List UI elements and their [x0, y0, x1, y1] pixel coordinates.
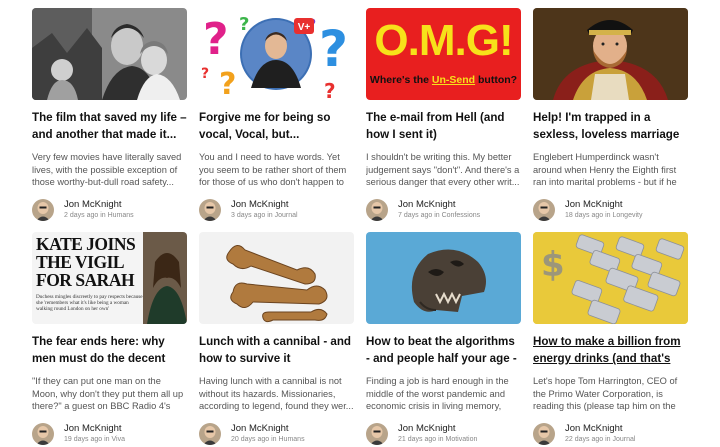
avatar[interactable]	[533, 199, 555, 221]
story-meta: 21 days ago in Motivation	[398, 436, 478, 443]
story-card[interactable]: ? ? ? ? ? ? ? V+ Forgive me for being so…	[199, 8, 354, 223]
story-title[interactable]: Forgive me for being so vocal, Vocal, bu…	[199, 109, 354, 143]
avatar[interactable]	[32, 423, 54, 445]
story-excerpt: Englebert Humperdinck wasn't around when…	[533, 152, 677, 187]
author-row: Jon McKnight 18 days ago in Longevity	[533, 197, 688, 223]
story-excerpt: "If they can put one man on the Moon, wh…	[32, 376, 184, 411]
story-title[interactable]: The film that saved my life – and anothe…	[32, 109, 187, 143]
category-link[interactable]: Longevity	[613, 212, 643, 219]
category-link[interactable]: Confessions	[442, 212, 481, 219]
author-name[interactable]: Jon McKnight	[231, 199, 298, 211]
story-excerpt: I shouldn't be writing this. My better j…	[366, 152, 520, 187]
story-excerpt: You and I need to have words. Yet you se…	[199, 152, 347, 187]
story-card[interactable]: O.M.G! Where's the Un-Send button? The e…	[366, 8, 521, 223]
author-name[interactable]: Jon McKnight	[398, 423, 477, 435]
story-meta: 7 days ago in Confessions	[398, 212, 481, 219]
svg-text:?: ?	[324, 79, 336, 100]
category-link[interactable]: Journal	[275, 212, 298, 219]
author-row: Jon McKnight 7 days ago in Confessions	[366, 197, 521, 223]
story-meta: 20 days ago in Humans	[231, 436, 305, 443]
story-excerpt: Finding a job is hard enough in the midd…	[366, 376, 509, 411]
story-excerpt: Very few movies have literally saved liv…	[32, 152, 182, 187]
story-thumbnail[interactable]	[199, 232, 354, 324]
newspaper-headline: KATE JOINS THE VIGIL FOR SARAH	[36, 234, 136, 290]
author-row: Jon McKnight 22 days ago in Journal	[533, 421, 688, 447]
author-row: Jon McKnight 19 days ago in Viva	[32, 421, 187, 447]
story-title[interactable]: The fear ends here: why men must do the …	[32, 333, 187, 367]
story-meta: 3 days ago in Journal	[231, 212, 298, 219]
story-card[interactable]: Lunch with a cannibal - and how to survi…	[199, 232, 354, 447]
story-thumbnail[interactable]	[533, 8, 688, 100]
story-card[interactable]: Help! I'm trapped in a sexless, loveless…	[533, 8, 688, 223]
author-name[interactable]: Jon McKnight	[398, 199, 480, 211]
story-title[interactable]: Help! I'm trapped in a sexless, loveless…	[533, 109, 688, 143]
avatar[interactable]	[366, 423, 388, 445]
story-excerpt: Let's hope Tom Harrington, CEO of the Pr…	[533, 376, 678, 411]
story-meta: 22 days ago in Journal	[565, 436, 636, 443]
author-name[interactable]: Jon McKnight	[64, 199, 134, 211]
avatar[interactable]	[32, 199, 54, 221]
omg-caption: Where's the Un-Send button?	[369, 74, 518, 86]
story-card[interactable]: How to beat the algorithms - and people …	[366, 232, 521, 447]
svg-text:?: ?	[201, 66, 209, 82]
story-title[interactable]: How to beat the algorithms - and people …	[366, 333, 521, 367]
question-marks-image: ? ? ? ? ? ? ? V+	[199, 8, 354, 100]
omg-headline: O.M.G!	[374, 16, 513, 65]
author-name[interactable]: Jon McKnight	[231, 423, 305, 435]
story-title[interactable]: How to make a billion from energy drinks…	[533, 333, 688, 367]
svg-text:$: $	[541, 245, 565, 285]
story-thumbnail[interactable]	[32, 8, 187, 100]
film-still-image	[32, 8, 187, 100]
author-row: Jon McKnight 20 days ago in Humans	[199, 421, 354, 447]
story-card[interactable]: $ How to make a billion from energy drin…	[533, 232, 688, 447]
svg-text:?: ?	[319, 20, 348, 78]
story-meta: 18 days ago in Longevity	[565, 212, 643, 219]
author-name[interactable]: Jon McKnight	[565, 423, 635, 435]
story-card[interactable]: The film that saved my life – and anothe…	[32, 8, 187, 223]
author-name[interactable]: Jon McKnight	[565, 199, 642, 211]
author-name[interactable]: Jon McKnight	[64, 423, 125, 435]
story-thumbnail[interactable]: ? ? ? ? ? ? ? V+	[199, 8, 354, 100]
story-thumbnail[interactable]: KATE JOINS THE VIGIL FOR SARAH Duchess m…	[32, 232, 187, 324]
story-thumbnail[interactable]: $	[533, 232, 688, 324]
author-row: Jon McKnight 21 days ago in Motivation	[366, 421, 521, 447]
avatar[interactable]	[533, 423, 555, 445]
story-card[interactable]: KATE JOINS THE VIGIL FOR SARAH Duchess m…	[32, 232, 187, 447]
newspaper-photo	[143, 232, 187, 324]
avatar[interactable]	[199, 199, 221, 221]
story-title[interactable]: The e-mail from Hell (and how I sent it)	[366, 109, 521, 143]
newspaper-standfirst: Duchess mingles discreetly to pay respec…	[36, 294, 143, 313]
svg-text:?: ?	[203, 14, 229, 65]
story-title[interactable]: Lunch with a cannibal - and how to survi…	[199, 333, 354, 367]
energy-drink-cans-image: $	[533, 232, 688, 324]
bones-image	[199, 232, 354, 324]
avatar[interactable]	[366, 199, 388, 221]
story-meta: 2 days ago in Humans	[64, 212, 134, 219]
avatar[interactable]	[199, 423, 221, 445]
category-link[interactable]: Motivation	[446, 436, 478, 443]
category-link[interactable]: Humans	[108, 212, 134, 219]
category-link[interactable]: Journal	[613, 436, 636, 443]
category-link[interactable]: Viva	[112, 436, 126, 443]
author-row: Jon McKnight 2 days ago in Humans	[32, 197, 187, 223]
svg-text:?: ?	[219, 67, 236, 100]
story-thumbnail[interactable]: O.M.G! Where's the Un-Send button?	[366, 8, 521, 100]
dinosaur-skull-image	[366, 232, 521, 324]
vocal-plus-badge: V+	[298, 22, 311, 33]
category-link[interactable]: Humans	[279, 436, 305, 443]
henry-viii-portrait-image	[533, 8, 688, 100]
story-excerpt: Having lunch with a cannibal is not with…	[199, 376, 354, 411]
author-row: Jon McKnight 3 days ago in Journal	[199, 197, 354, 223]
story-meta: 19 days ago in Viva	[64, 436, 126, 443]
story-thumbnail[interactable]	[366, 232, 521, 324]
